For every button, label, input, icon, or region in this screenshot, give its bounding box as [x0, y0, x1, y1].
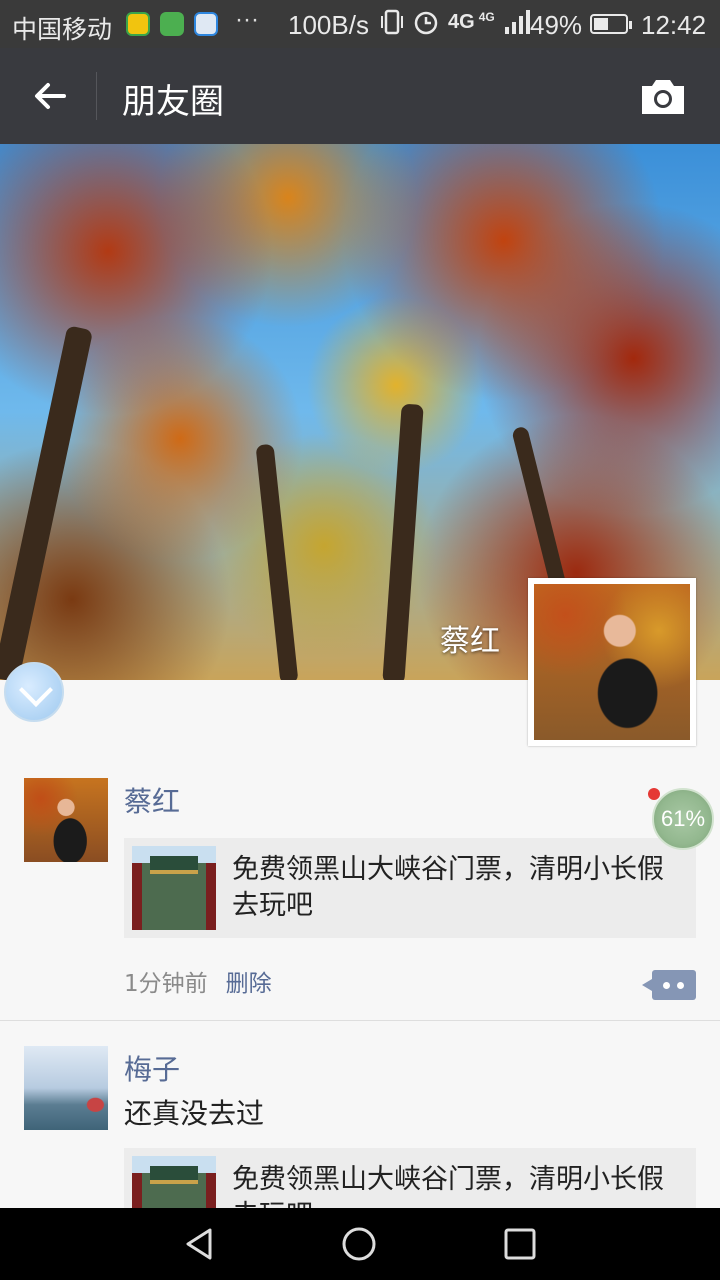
battery-percent: 49% [530, 10, 583, 40]
signal-icon [504, 10, 530, 34]
post-meta: 1分钟前 删除 [124, 964, 272, 998]
network-type-2: 4G [478, 10, 495, 24]
navigation-bar: 朋友圈 [0, 48, 720, 144]
net-speed: 100B/s [288, 10, 369, 40]
app-notification-icon [126, 12, 150, 36]
post-text: 还真没去过 [124, 1097, 265, 1130]
link-title: 免费领黑山大峡谷门票，清明小长假去玩吧 [232, 854, 664, 921]
status-bar: 中国移动 ··· 100B/s 4G 4G 49% 12:42 [0, 0, 720, 48]
refresh-indicator [4, 662, 64, 722]
vibrate-icon [381, 9, 403, 35]
tree-trunk [382, 403, 424, 680]
more-notifications-indicator: ··· [235, 6, 259, 33]
post-username[interactable]: 梅子 [124, 1048, 180, 1088]
delete-link[interactable]: 删除 [226, 971, 272, 997]
tree-trunk [255, 443, 299, 680]
link-thumbnail [132, 846, 216, 930]
tree-trunk [0, 325, 94, 680]
comment-actions-button[interactable] [642, 970, 696, 1000]
home-circle-icon[interactable] [341, 1226, 377, 1262]
clock: 12:42 [641, 10, 707, 40]
carrier-label: 中国移动 [12, 15, 113, 44]
arrow-left-icon[interactable] [30, 76, 70, 116]
avatar[interactable] [24, 778, 108, 862]
notification-icons [126, 12, 218, 36]
post-separator [0, 1020, 720, 1021]
cover-username: 蔡红 [440, 624, 500, 659]
browser-notification-icon [160, 12, 184, 36]
profile-avatar[interactable] [528, 578, 696, 746]
post-username[interactable]: 蔡红 [124, 780, 180, 820]
network-type: 4G [448, 10, 475, 33]
nav-divider [96, 72, 97, 120]
sync-notification-icon [194, 12, 218, 36]
avatar[interactable] [24, 1046, 108, 1130]
system-icons: 4G 4G [380, 8, 531, 36]
camera-icon[interactable] [638, 78, 688, 116]
post-time: 1分钟前 [124, 971, 208, 997]
alarm-icon [414, 11, 438, 35]
battery-icon [590, 14, 632, 34]
recents-square-icon[interactable] [502, 1226, 538, 1262]
system-navigation-bar [0, 1208, 720, 1280]
shared-link-card[interactable]: 免费领黑山大峡谷门票，清明小长假去玩吧 [124, 838, 696, 938]
page-title: 朋友圈 [122, 82, 224, 122]
floating-progress-ball[interactable]: 61% [652, 788, 714, 850]
back-triangle-icon[interactable] [182, 1226, 218, 1262]
